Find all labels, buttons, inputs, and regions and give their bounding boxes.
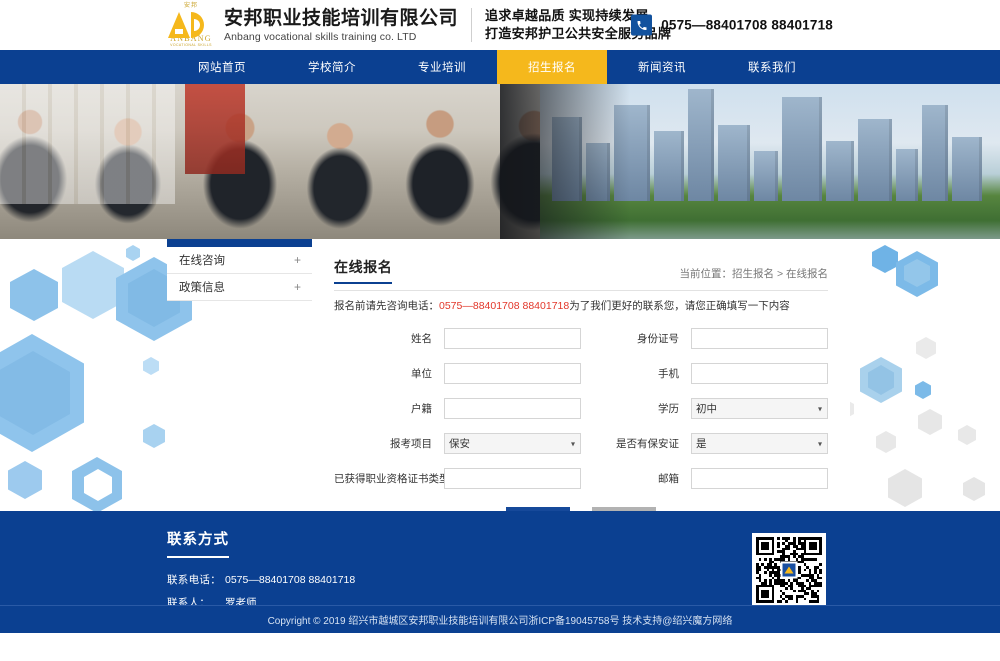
phone-icon bbox=[631, 14, 653, 36]
field-education: 学历 初中 bbox=[581, 398, 828, 419]
education-select[interactable]: 初中 bbox=[691, 398, 828, 419]
panel-header: 在线报名 当前位置：招生报名 > 在线报名 bbox=[334, 257, 828, 291]
hero-banner bbox=[0, 84, 1000, 239]
field-label-has-cert: 是否有保安证 bbox=[616, 438, 679, 450]
email-input[interactable] bbox=[691, 468, 828, 489]
field-id-number: 身份证号 bbox=[581, 328, 828, 349]
header-divider bbox=[471, 8, 473, 42]
enrollment-form: 姓名 身份证号 单位 手机 户籍 学历 初中 ▾ 报考项目 保安 ▾ 是否有保安… bbox=[334, 328, 828, 489]
field-label-project: 报考项目 bbox=[390, 438, 432, 450]
education-select-wrap: 初中 bbox=[691, 398, 828, 419]
company-name-en: Anbang vocational skills training co. LT… bbox=[224, 30, 417, 43]
qr-center-logo-icon bbox=[780, 561, 798, 579]
minus-icon: – bbox=[294, 239, 301, 240]
phone-number: 0575—88401708 88401718 bbox=[661, 17, 833, 33]
brand-text: 安邦职业技能培训有限公司 Anbang vocational skills tr… bbox=[224, 7, 458, 44]
sidebar-item-label: 政策信息 bbox=[179, 282, 225, 294]
notice-phone-number: 0575—88401708 88401718 bbox=[439, 300, 570, 312]
field-label-mobile: 手机 bbox=[658, 368, 679, 380]
content-columns: 招生报名 招生简章 + 在线报名 – 在线咨询 + 政策信息 bbox=[167, 239, 850, 511]
sidebar-menu: 招生简章 + 在线报名 – 在线咨询 + 政策信息 + bbox=[167, 239, 312, 301]
notice-prefix: 报名前请先咨询电话： bbox=[334, 300, 439, 312]
field-mobile: 手机 bbox=[581, 363, 828, 384]
project-select[interactable]: 保安 bbox=[444, 433, 581, 454]
sidebar-item-online-consult[interactable]: 在线咨询 + bbox=[167, 247, 312, 274]
nav-item-contact[interactable]: 联系我们 bbox=[717, 50, 827, 84]
logo-letter-a bbox=[168, 12, 190, 38]
has-cert-select[interactable]: 是 bbox=[691, 433, 828, 454]
sidebar-item-online-enrollment[interactable]: 在线报名 – bbox=[167, 239, 312, 247]
brand-block[interactable]: 安邦 ANBANG VOCATIONAL SKILLS 安邦职业技能培训有限公司… bbox=[167, 3, 671, 47]
company-logo-icon: 安邦 ANBANG VOCATIONAL SKILLS bbox=[167, 3, 215, 47]
sidebar-item-label: 在线报名 bbox=[179, 239, 225, 241]
nav-item-home[interactable]: 网站首页 bbox=[167, 50, 277, 84]
page-title: 在线报名 bbox=[334, 257, 393, 284]
nav-item-training[interactable]: 专业培训 bbox=[387, 50, 497, 84]
site-header: 安邦 ANBANG VOCATIONAL SKILLS 安邦职业技能培训有限公司… bbox=[0, 0, 1000, 50]
field-label-owned-cert: 已获得职业资格证书类型 bbox=[334, 473, 450, 485]
header-phone[interactable]: 0575—88401708 88401718 bbox=[631, 14, 833, 36]
enrollment-form-panel: 在线报名 当前位置：招生报名 > 在线报名 报名前请先咨询电话：0575—884… bbox=[312, 239, 850, 511]
footer-value-phone: 0575—88401708 88401718 bbox=[225, 574, 356, 586]
footer-row-phone: 联系电话： 0575—88401708 88401718 bbox=[167, 572, 1000, 589]
qr-code-image bbox=[752, 533, 826, 607]
company-name-cn: 安邦职业技能培训有限公司 bbox=[224, 7, 459, 29]
field-unit: 单位 bbox=[334, 363, 581, 384]
field-label-education: 学历 bbox=[658, 403, 679, 415]
owned-cert-input[interactable] bbox=[444, 468, 581, 489]
name-input[interactable] bbox=[444, 328, 581, 349]
notice-suffix: 为了我们更好的联系您，请您正确填写一下内容 bbox=[569, 300, 790, 312]
field-label-unit: 单位 bbox=[411, 368, 432, 380]
banner-city-skyline bbox=[540, 84, 1000, 239]
sidebar: 招生报名 招生简章 + 在线报名 – 在线咨询 + 政策信息 bbox=[167, 239, 312, 511]
field-label-household: 户籍 bbox=[411, 403, 432, 415]
footer-title: 联系方式 bbox=[167, 528, 229, 558]
breadcrumb: 当前位置：招生报名 > 在线报名 bbox=[679, 268, 828, 280]
main-navigation: 网站首页 学校简介 专业培训 招生报名 新闻资讯 联系我们 bbox=[0, 50, 1000, 84]
mobile-input[interactable] bbox=[691, 363, 828, 384]
nav-item-news[interactable]: 新闻资讯 bbox=[607, 50, 717, 84]
logo-ab-glyph bbox=[168, 10, 214, 38]
banner-security-staff-photo bbox=[0, 84, 580, 239]
id-number-input[interactable] bbox=[691, 328, 828, 349]
sidebar-item-policy-info[interactable]: 政策信息 + bbox=[167, 274, 312, 301]
field-email: 邮箱 bbox=[581, 468, 828, 489]
logo-sub-english: VOCATIONAL SKILLS bbox=[170, 43, 212, 47]
main-content-area: 招生报名 招生简章 + 在线报名 – 在线咨询 + 政策信息 bbox=[0, 239, 1000, 511]
footer-label-phone: 联系电话： bbox=[167, 574, 221, 586]
form-notice: 报名前请先咨询电话：0575—88401708 88401718为了我们更好的联… bbox=[334, 299, 828, 314]
field-project: 报考项目 保安 bbox=[334, 433, 581, 454]
page-root: 安邦 ANBANG VOCATIONAL SKILLS 安邦职业技能培训有限公司… bbox=[0, 0, 1000, 661]
copyright-bar: Copyright © 2019 绍兴市越城区安邦职业技能培训有限公司浙ICP备… bbox=[0, 605, 1000, 633]
field-name: 姓名 bbox=[334, 328, 581, 349]
sidebar-item-label: 在线咨询 bbox=[179, 255, 225, 267]
qr-canvas bbox=[756, 537, 822, 603]
nav-item-about[interactable]: 学校简介 bbox=[277, 50, 387, 84]
field-label-name: 姓名 bbox=[411, 333, 432, 345]
unit-input[interactable] bbox=[444, 363, 581, 384]
has-cert-select-wrap: 是 bbox=[691, 433, 828, 454]
household-input[interactable] bbox=[444, 398, 581, 419]
field-has-cert: 是否有保安证 是 bbox=[581, 433, 828, 454]
nav-item-enrollment[interactable]: 招生报名 bbox=[497, 50, 607, 84]
plus-icon: + bbox=[293, 280, 301, 294]
project-select-wrap: 保安 bbox=[444, 433, 581, 454]
field-owned-cert: 已获得职业资格证书类型 bbox=[334, 468, 581, 489]
field-label-id-number: 身份证号 bbox=[637, 333, 679, 345]
plus-icon: + bbox=[293, 253, 301, 267]
logo-chinese-top: 安邦 bbox=[183, 3, 198, 9]
site-footer: 联系方式 联系电话： 0575—88401708 88401718 联系人： 罗… bbox=[0, 511, 1000, 661]
field-label-email: 邮箱 bbox=[658, 473, 679, 485]
field-household: 户籍 bbox=[334, 398, 581, 419]
